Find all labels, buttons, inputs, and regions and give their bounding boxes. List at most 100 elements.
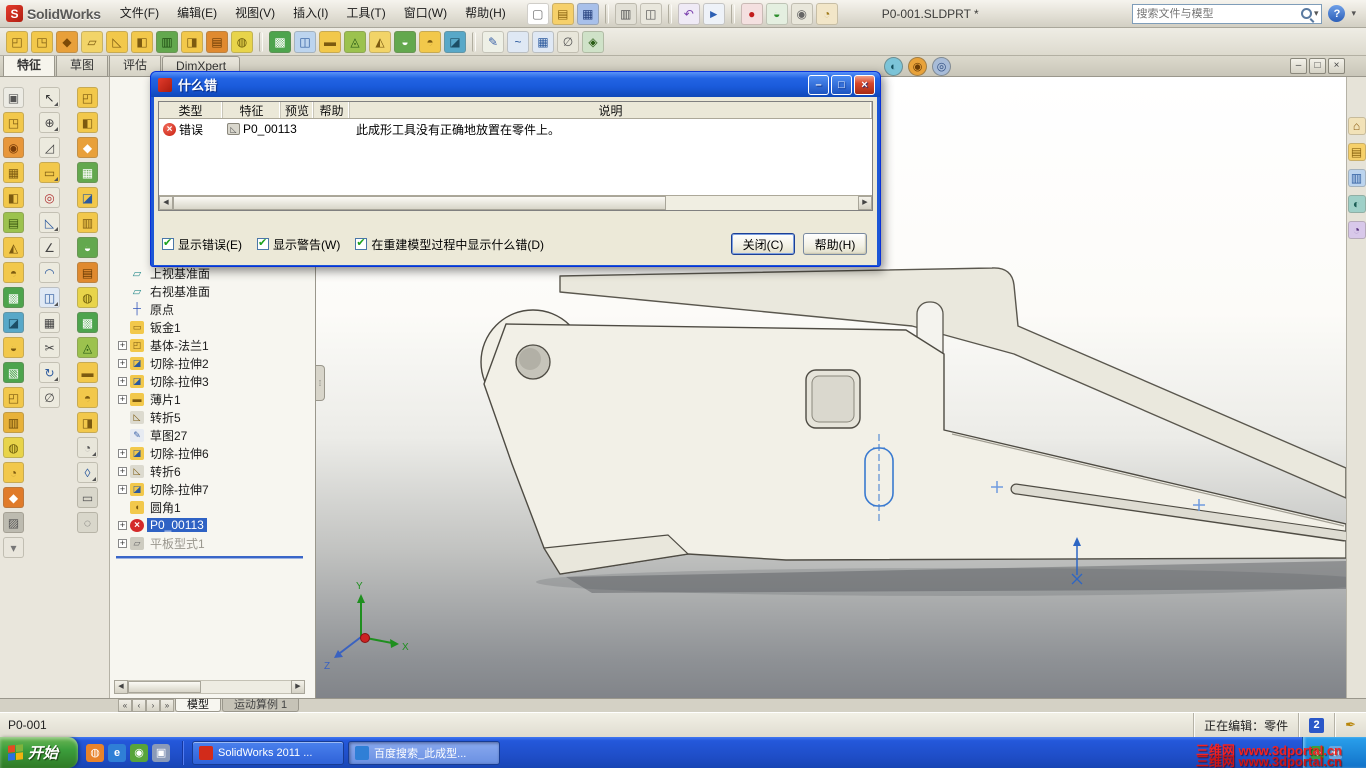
left-toolbar-icon[interactable]: ◓ <box>77 387 98 408</box>
feature-tree-item[interactable]: 转折6 <box>112 462 313 480</box>
feature-label[interactable]: 草图27 <box>147 427 190 444</box>
feature-tree-item[interactable]: 右视基准面 <box>112 282 313 300</box>
tree-expander-icon[interactable] <box>118 448 127 458</box>
taskpane-icon[interactable]: ▥ <box>1347 169 1366 187</box>
toolbar2-icon[interactable]: ▩ <box>269 30 291 53</box>
search-input[interactable] <box>1136 7 1301 20</box>
toolbar2-icon[interactable]: ▥ <box>156 30 178 53</box>
feature-label[interactable]: 转折6 <box>147 463 184 480</box>
toolbar-icon[interactable]: ◔ <box>815 2 838 25</box>
scroll-left-icon[interactable]: ◀ <box>159 196 173 210</box>
tab-nav-icon[interactable]: » <box>160 699 174 712</box>
toolbar2-icon[interactable]: ◧ <box>131 30 153 53</box>
left-toolbar-icon[interactable]: ▩ <box>3 287 24 308</box>
commandmanager-tab[interactable]: 草图 <box>56 53 109 76</box>
feature-label[interactable]: 切除-拉伸2 <box>147 355 212 372</box>
toolbar2-icon[interactable]: ▤ <box>206 30 228 53</box>
left-toolbar-icon[interactable]: ◔ <box>3 462 24 483</box>
dialog-checkbox[interactable]: 显示警告(W) <box>257 236 340 253</box>
toolbar-icon[interactable]: ◫ <box>639 2 662 25</box>
feature-tree-item[interactable]: 薄片1 <box>112 390 313 408</box>
left-toolbar-icon[interactable]: ⊕ <box>39 112 60 133</box>
left-toolbar-icon[interactable]: ◫ <box>39 287 60 308</box>
tab-nav-icon[interactable]: « <box>118 699 132 712</box>
toolbar2-icon[interactable]: ▱ <box>81 30 103 53</box>
toolbar-icon[interactable]: ↶ <box>677 2 700 25</box>
feature-tree-item[interactable]: 基体-法兰1 <box>112 336 313 354</box>
taskpane-icon[interactable]: ◐ <box>1347 195 1366 213</box>
dialog-window-button[interactable]: – <box>808 74 829 95</box>
feature-label[interactable]: P0_00113 <box>147 518 207 532</box>
scroll-left-icon[interactable]: ◀ <box>114 680 128 694</box>
panel-splitter-handle[interactable]: ⁞ <box>316 365 325 401</box>
toolbar2-icon[interactable] <box>259 31 263 52</box>
left-toolbar-icon[interactable]: ◍ <box>77 287 98 308</box>
feature-tree-item[interactable]: 圆角1 <box>112 498 313 516</box>
toolbar-icon[interactable]: ▢ <box>526 2 549 25</box>
document-window-button[interactable]: □ <box>1309 58 1326 74</box>
toolbar2-icon[interactable]: ◪ <box>444 30 466 53</box>
search-icon[interactable] <box>1300 8 1312 19</box>
feature-label[interactable]: 原点 <box>147 301 177 318</box>
feature-tree-item[interactable]: 切除-拉伸2 <box>112 354 313 372</box>
quick-launch-icon[interactable]: e <box>108 743 127 762</box>
dialog-window-button[interactable]: × <box>854 74 875 95</box>
toolbar2-icon[interactable]: ◒ <box>394 30 416 53</box>
status-badge[interactable]: 2 <box>1309 717 1325 733</box>
toolbar2-icon[interactable]: ◭ <box>369 30 391 53</box>
left-toolbar-icon[interactable]: ▬ <box>77 362 98 383</box>
feature-tree-item[interactable]: 切除-拉伸6 <box>112 444 313 462</box>
left-toolbar-icon[interactable]: ▦ <box>39 312 60 333</box>
left-toolbar-icon[interactable]: ◓ <box>3 262 24 283</box>
menu-item[interactable]: 工具(T) <box>337 0 394 27</box>
left-toolbar-icon[interactable]: ◰ <box>77 87 98 108</box>
left-toolbar-icon[interactable]: ◌ <box>77 512 98 533</box>
dialog-button[interactable]: 关闭(C) <box>731 233 795 255</box>
left-toolbar-icon[interactable]: ◪ <box>3 312 24 333</box>
dialog-button[interactable]: 帮助(H) <box>803 233 867 255</box>
toolbar-icon[interactable]: ► <box>702 2 725 25</box>
left-toolbar-icon[interactable]: ▨ <box>3 512 24 533</box>
toolbar-icon[interactable]: ▥ <box>614 2 637 25</box>
taskpane-icon[interactable]: ◔ <box>1347 221 1366 239</box>
feature-label[interactable]: 平板型式1 <box>147 535 208 552</box>
dialog-horizontal-scrollbar[interactable]: ◀ ▶ <box>159 195 872 210</box>
toolbar2-icon[interactable] <box>472 31 476 52</box>
left-toolbar-icon[interactable]: ◊ <box>77 462 98 483</box>
left-toolbar-icon[interactable]: ▥ <box>77 212 98 233</box>
document-window-button[interactable]: × <box>1328 58 1345 74</box>
menu-item[interactable]: 视图(V) <box>226 0 284 27</box>
left-toolbar-icon[interactable]: ▤ <box>77 262 98 283</box>
help-button[interactable]: ? <box>1328 5 1346 22</box>
toolbar-icon[interactable] <box>667 3 672 24</box>
left-toolbar-icon[interactable]: ◭ <box>3 237 24 258</box>
taskpane-icon[interactable]: ⌂ <box>1347 117 1366 135</box>
feature-tree-item[interactable]: 原点 <box>112 300 313 318</box>
tab-nav-icon[interactable]: ‹ <box>132 699 146 712</box>
left-toolbar-icon[interactable]: ◧ <box>77 112 98 133</box>
task-button[interactable]: 百度搜索_此成型... <box>348 740 501 765</box>
column-feature[interactable]: 特征 <box>223 102 281 118</box>
left-toolbar-icon[interactable]: ▩ <box>77 312 98 333</box>
toolbar2-icon[interactable]: ✎ <box>482 30 504 53</box>
menu-item[interactable]: 帮助(H) <box>456 0 515 27</box>
left-toolbar-icon[interactable]: ▾ <box>3 537 24 558</box>
left-toolbar-icon[interactable]: ∠ <box>39 237 60 258</box>
toolbar-icon[interactable]: ● <box>740 2 763 25</box>
tree-expander-icon[interactable] <box>118 538 127 548</box>
feature-label[interactable]: 基体-法兰1 <box>147 337 212 354</box>
tree-expander-icon[interactable] <box>118 520 127 530</box>
toolbar2-icon[interactable]: ◆ <box>56 30 78 53</box>
dialog-titlebar[interactable]: 什么错 – □ × <box>151 72 880 97</box>
left-toolbar-icon[interactable]: ◿ <box>39 137 60 158</box>
feature-tree-item[interactable]: 钣金1 <box>112 318 313 336</box>
column-description[interactable]: 说明 <box>350 102 872 118</box>
search-box[interactable]: ▾ <box>1132 3 1323 24</box>
toolbar-options-icon[interactable]: ▾ <box>1351 8 1356 19</box>
feature-tree-item[interactable]: P0_00113 <box>112 516 313 534</box>
column-preview[interactable]: 预览 <box>281 102 314 118</box>
column-help[interactable]: 帮助 <box>314 102 350 118</box>
task-button[interactable]: SolidWorks 2011 ... <box>192 740 345 765</box>
toolbar2-icon[interactable]: ◫ <box>294 30 316 53</box>
scroll-track[interactable] <box>173 196 858 210</box>
